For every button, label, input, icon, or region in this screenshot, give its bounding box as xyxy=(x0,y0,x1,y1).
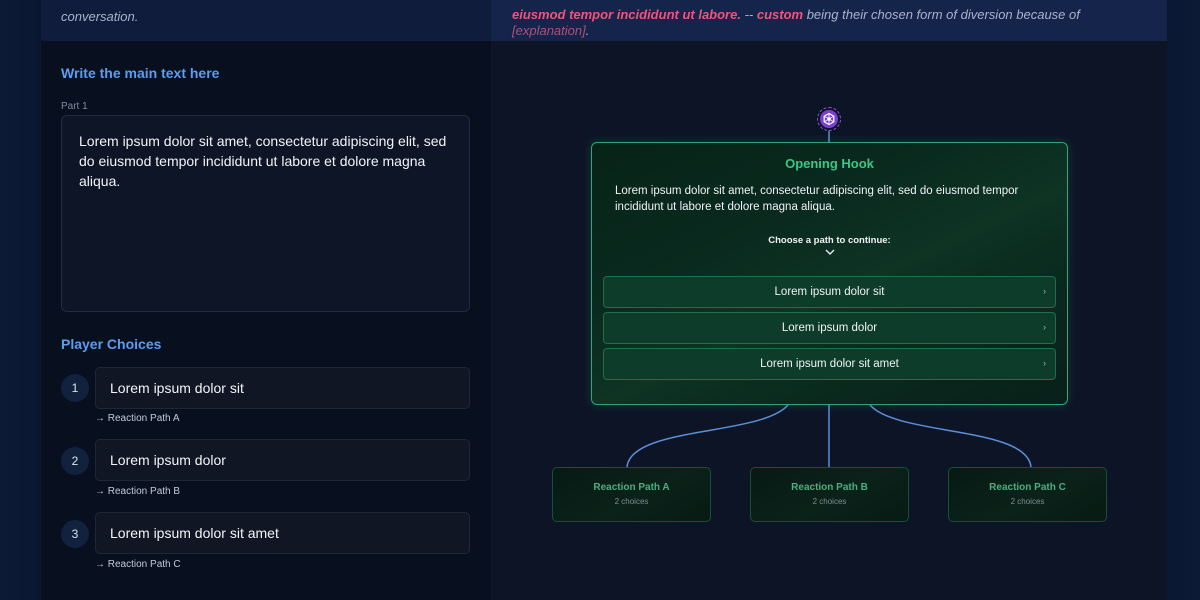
reaction-node-b[interactable]: Reaction Path B 2 choices xyxy=(750,467,909,522)
hexagon-gear-icon xyxy=(820,110,838,128)
choice-path-3: → Reaction Path C xyxy=(95,559,181,570)
header-end: . xyxy=(585,23,590,38)
app-frame: conversation. eiusmod tempor incididunt … xyxy=(41,0,1167,600)
opening-hook-card: Opening Hook Lorem ipsum dolor sit amet,… xyxy=(591,142,1068,405)
hook-path-label-2: Lorem ipsum dolor xyxy=(781,322,878,334)
choice-number-2: 2 xyxy=(61,447,89,475)
hook-path-button-1[interactable]: Lorem ipsum dolor sit › xyxy=(603,276,1056,308)
hook-prompt: Choose a path to continue: xyxy=(768,235,891,246)
header-mid-text: being their chosen form of diversion bec… xyxy=(803,7,1080,22)
hook-title: Opening Hook xyxy=(785,156,874,171)
hook-body: Lorem ipsum dolor sit amet, consectetur … xyxy=(615,185,1019,213)
header-right-line: eiusmod tempor incididunt ut labore. -- … xyxy=(512,7,1145,39)
choice-input-2[interactable]: Lorem ipsum dolor xyxy=(95,439,470,481)
reaction-node-b-subtitle: 2 choices xyxy=(812,497,847,506)
hexagon-gear-svg xyxy=(823,113,835,125)
reaction-node-c-title: Reaction Path C xyxy=(989,482,1066,493)
reaction-node-c[interactable]: Reaction Path C 2 choices xyxy=(948,467,1107,522)
preview-panel: Opening Hook Lorem ipsum dolor sit amet,… xyxy=(491,41,1167,600)
choice-path-1: → Reaction Path A xyxy=(95,413,180,424)
header-right-clip: eiusmod tempor incididunt ut labore. -- … xyxy=(512,0,1145,39)
reaction-node-a[interactable]: Reaction Path A 2 choices xyxy=(552,467,711,522)
main-text-title: Write the main text here xyxy=(61,65,220,81)
header-left-clip: conversation. xyxy=(61,0,471,25)
hook-path-label-1: Lorem ipsum dolor sit xyxy=(774,286,885,298)
reaction-node-b-title: Reaction Path B xyxy=(791,482,868,493)
chevron-down-icon xyxy=(825,249,835,255)
header-accent-text: eiusmod tempor incididunt ut labore. xyxy=(512,7,741,22)
chevron-right-icon: › xyxy=(1043,286,1046,296)
chevron-right-icon: › xyxy=(1043,358,1046,368)
header-explanation: [explanation] xyxy=(512,23,586,38)
reaction-node-c-subtitle: 2 choices xyxy=(1010,497,1045,506)
start-node[interactable] xyxy=(817,107,841,131)
header-custom-keyword: custom xyxy=(756,7,804,22)
header-right-text: eiusmod tempor incididunt ut labore. -- … xyxy=(491,0,1167,41)
player-choices-title: Player Choices xyxy=(61,336,162,352)
reaction-node-a-subtitle: 2 choices xyxy=(614,497,649,506)
connector-path-c xyxy=(869,404,1032,468)
header-left-text: conversation. xyxy=(41,0,491,41)
header-right-cut-line xyxy=(512,0,1145,7)
editor-panel: Write the main text here Part 1 Lorem ip… xyxy=(41,41,491,600)
reaction-node-a-title: Reaction Path A xyxy=(593,482,670,493)
choice-input-1[interactable]: Lorem ipsum dolor sit xyxy=(95,367,470,409)
connector-path-a xyxy=(626,404,789,468)
header-left-cut-line xyxy=(61,0,471,9)
choice-input-3[interactable]: Lorem ipsum dolor sit amet xyxy=(95,512,470,554)
header-left-line: conversation. xyxy=(61,9,139,24)
choice-number-1: 1 xyxy=(61,374,89,402)
hook-path-button-2[interactable]: Lorem ipsum dolor › xyxy=(603,312,1056,344)
choice-path-2: → Reaction Path B xyxy=(95,486,181,497)
chevron-right-icon: › xyxy=(1043,322,1046,332)
hook-path-label-3: Lorem ipsum dolor sit amet xyxy=(760,358,899,370)
header-separator: -- xyxy=(740,7,757,22)
part-label: Part 1 xyxy=(61,101,88,112)
main-text-area[interactable]: Lorem ipsum dolor sit amet, consectetur … xyxy=(61,115,470,312)
hook-path-button-3[interactable]: Lorem ipsum dolor sit amet › xyxy=(603,348,1056,380)
choice-number-3: 3 xyxy=(61,520,89,548)
